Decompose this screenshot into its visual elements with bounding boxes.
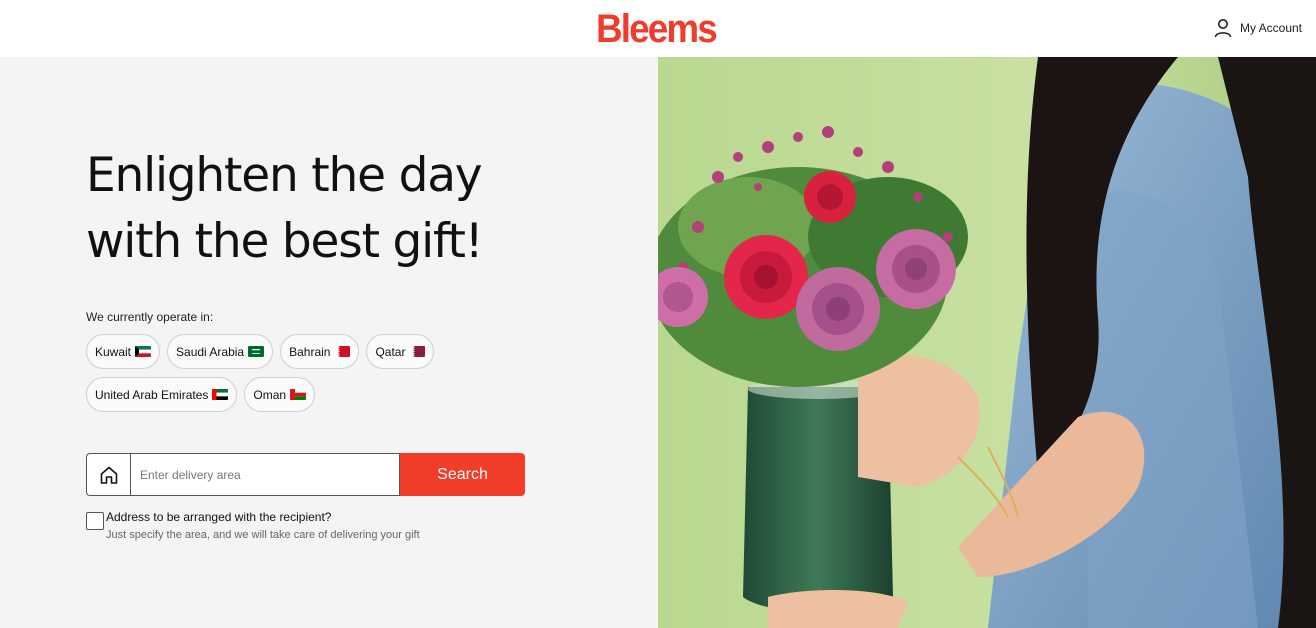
country-chip-uae[interactable]: United Arab Emirates <box>86 377 238 412</box>
my-account-label: My Account <box>1239 21 1302 35</box>
my-account-link[interactable]: My Account <box>1214 18 1302 38</box>
hero-headline: Enlighten the day with the best gift! <box>86 143 546 275</box>
user-icon <box>1214 19 1232 38</box>
recipient-address-hint: Just specify the area, and we will take … <box>106 529 420 541</box>
country-chip-qatar[interactable]: Qatar <box>366 334 435 369</box>
country-name: Oman <box>253 387 287 402</box>
bleems-logo[interactable]: Bleems <box>596 6 718 52</box>
country-name: Kuwait <box>95 344 132 359</box>
qatar-flag-icon <box>409 346 426 357</box>
country-name: Qatar <box>375 344 406 359</box>
country-chip-bahrain[interactable]: Bahrain <box>280 334 360 369</box>
home-icon <box>100 466 117 484</box>
saudi-flag-icon <box>248 346 265 357</box>
country-name: Saudi Arabia <box>176 344 245 359</box>
uae-flag-icon <box>212 389 229 400</box>
headline-line-2: with the best gift! <box>86 214 484 269</box>
search-button[interactable]: Search <box>400 453 525 496</box>
oman-flag-icon <box>290 389 307 400</box>
headline-line-1: Enlighten the day <box>86 148 483 203</box>
home-button[interactable] <box>86 453 130 496</box>
delivery-area-input[interactable] <box>130 453 400 496</box>
country-name: United Arab Emirates <box>95 387 209 402</box>
operate-in-label: We currently operate in: <box>86 310 214 324</box>
country-name: Bahrain <box>289 344 331 359</box>
bahrain-flag-icon <box>334 346 351 357</box>
country-chips: Kuwait Saudi Arabia Bahrain Qatar United… <box>86 334 466 412</box>
flowers-illustration <box>658 57 1316 628</box>
country-chip-saudi-arabia[interactable]: Saudi Arabia <box>167 334 274 369</box>
kuwait-flag-icon <box>135 346 152 357</box>
delivery-search: Search <box>86 453 525 496</box>
flowers-photo <box>658 57 1316 628</box>
site-header: Bleems My Account <box>0 0 1316 57</box>
recipient-address-label: Address to be arranged with the recipien… <box>106 510 332 524</box>
recipient-address-checkbox[interactable] <box>86 512 104 530</box>
country-chip-kuwait[interactable]: Kuwait <box>86 334 161 369</box>
hero-panel: Enlighten the day with the best gift! We… <box>0 57 658 628</box>
country-chip-oman[interactable]: Oman <box>244 377 316 412</box>
